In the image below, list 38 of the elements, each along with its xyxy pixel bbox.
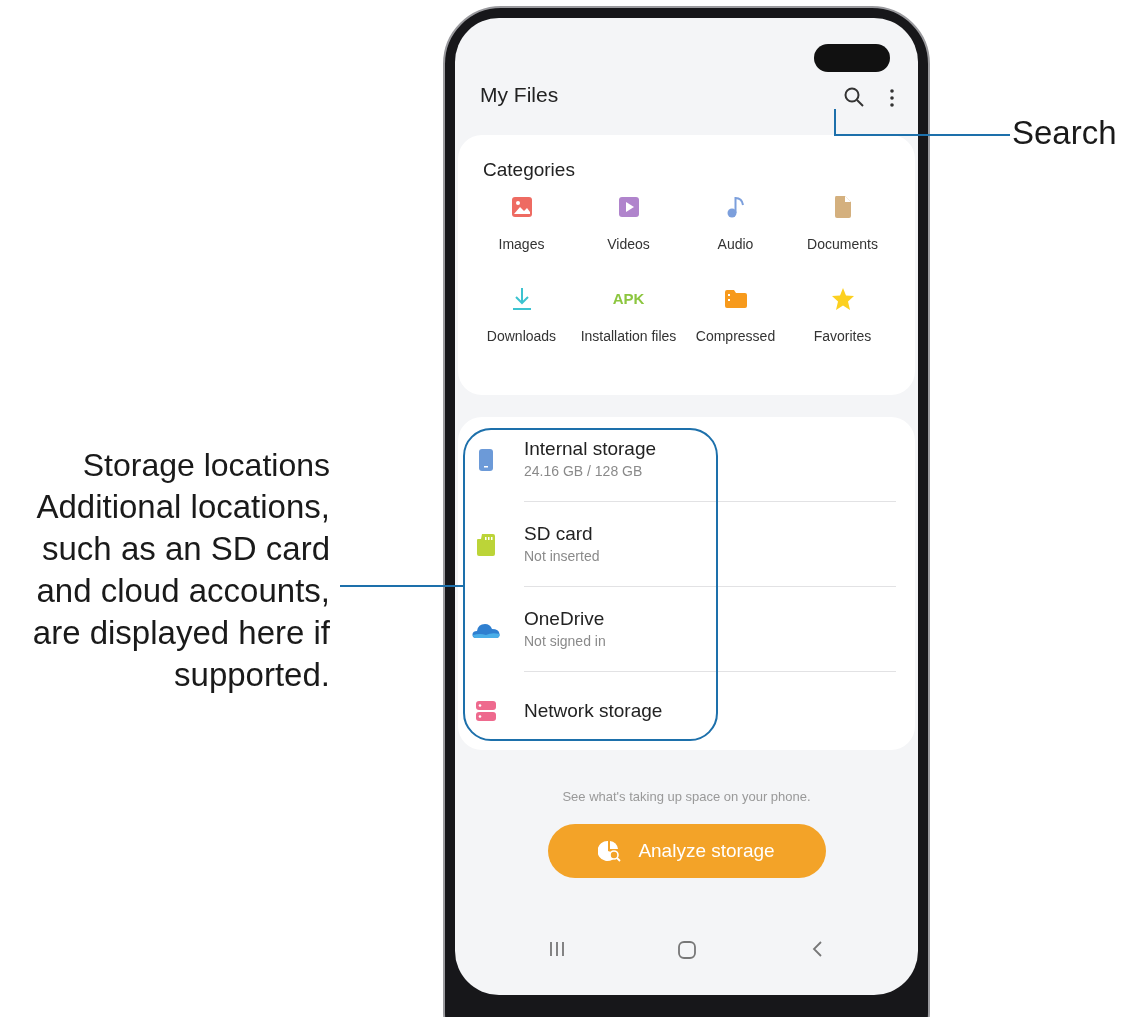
video-icon[interactable] bbox=[617, 195, 640, 219]
server-icon bbox=[475, 700, 497, 722]
storage-detail: 24.16 GB / 128 GB bbox=[524, 462, 644, 481]
callout-label: Search bbox=[1012, 113, 1117, 153]
document-icon[interactable] bbox=[832, 195, 853, 219]
category-label[interactable]: Downloads bbox=[471, 327, 572, 345]
section-title: Categories bbox=[483, 158, 576, 182]
app-title: My Files bbox=[480, 83, 560, 107]
storage-detail: Not signed in bbox=[524, 632, 607, 651]
category-label[interactable]: Documents bbox=[792, 235, 893, 253]
search-icon[interactable] bbox=[844, 87, 864, 107]
callout-title: Storage locations bbox=[81, 446, 330, 485]
storage-name[interactable]: OneDrive bbox=[524, 607, 896, 631]
storage-name[interactable]: SD card bbox=[524, 522, 896, 546]
storage-name[interactable]: Network storage bbox=[524, 699, 896, 723]
more-options-icon[interactable] bbox=[890, 89, 894, 107]
music-note-icon[interactable] bbox=[725, 195, 746, 219]
storage-name[interactable]: Internal storage bbox=[524, 437, 896, 461]
category-label[interactable]: Favorites bbox=[792, 327, 893, 345]
star-icon[interactable] bbox=[830, 287, 855, 311]
storage-detail: Not inserted bbox=[524, 547, 601, 566]
folder-icon[interactable] bbox=[723, 287, 748, 311]
download-icon[interactable] bbox=[510, 287, 533, 311]
home-icon[interactable] bbox=[677, 941, 696, 959]
category-label[interactable]: Videos bbox=[578, 235, 679, 253]
back-icon[interactable] bbox=[811, 941, 822, 959]
category-label[interactable]: Images bbox=[471, 235, 572, 253]
phone-icon bbox=[478, 447, 494, 472]
recent-apps-icon[interactable] bbox=[548, 941, 565, 959]
callout-text: Additional locations, such as an SD card and cloud accounts, are displayed here if supported. bbox=[31, 487, 330, 695]
category-label[interactable]: Compressed bbox=[685, 327, 786, 345]
category-label[interactable]: Audio bbox=[685, 235, 786, 253]
pie-chart-search-icon bbox=[598, 840, 623, 862]
category-label[interactable]: Installation files bbox=[578, 327, 679, 345]
hint-text: See what's taking up space on your phone. bbox=[561, 788, 812, 806]
image-icon[interactable] bbox=[510, 195, 533, 219]
apk-icon: APK bbox=[612, 287, 645, 311]
sd-card-icon bbox=[476, 532, 496, 557]
